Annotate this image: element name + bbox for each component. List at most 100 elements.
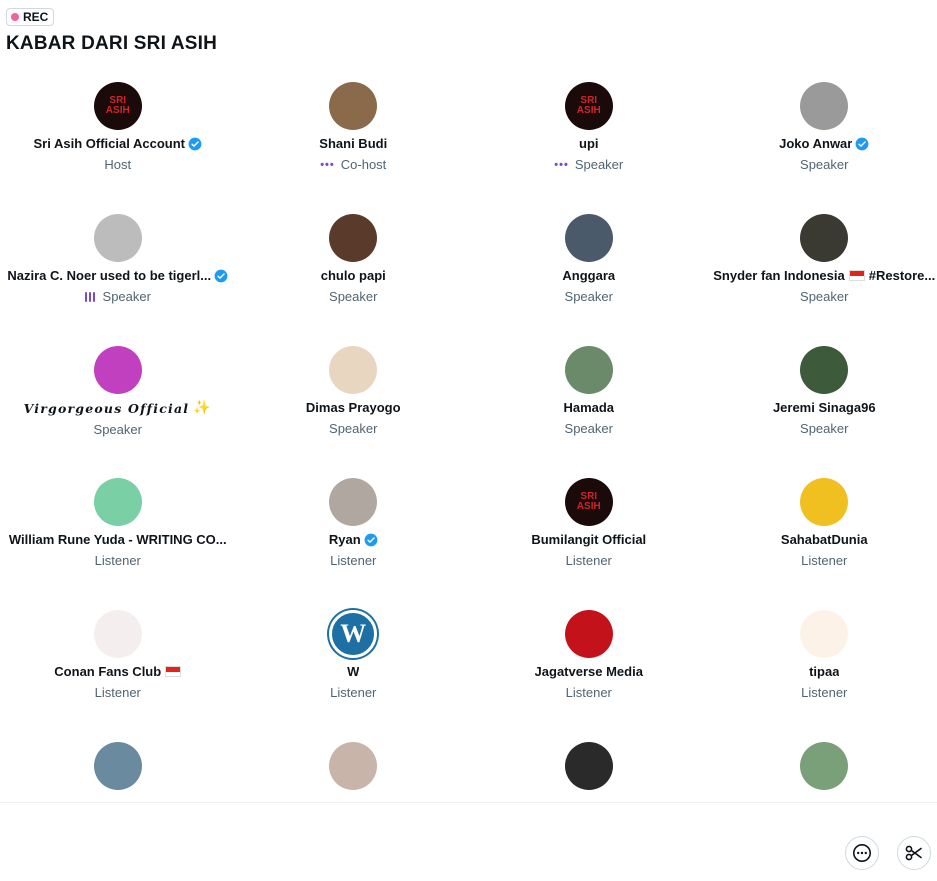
participant-avatar[interactable] bbox=[93, 214, 142, 262]
participant-name: upi bbox=[579, 136, 599, 151]
participants-grid: SRI ASIH Sri Asih Official Account Host Sha… bbox=[0, 80, 937, 802]
participant-avatar[interactable] bbox=[329, 214, 378, 262]
participant-avatar[interactable] bbox=[93, 478, 142, 526]
participant-card[interactable]: tipaa Listener bbox=[707, 608, 937, 740]
participant-role-text: Host bbox=[104, 157, 132, 172]
indonesia-flag-icon bbox=[848, 270, 865, 281]
participant-avatar[interactable] bbox=[800, 346, 849, 394]
participant-role-text: Speaker bbox=[329, 421, 378, 436]
participant-role-text: Listener bbox=[565, 553, 612, 568]
participant-card[interactable]: SRI ASIH Bumilangit Official Listener bbox=[471, 476, 707, 608]
participant-avatar[interactable] bbox=[800, 214, 849, 262]
participant-name: Virgorgeous Official ✨ bbox=[24, 400, 212, 416]
participant-role-text: Speaker bbox=[800, 157, 849, 172]
participant-avatar[interactable] bbox=[800, 82, 849, 130]
participant-name: Sri Asih Official Account bbox=[34, 136, 202, 151]
participant-avatar[interactable]: SRI ASIH bbox=[564, 82, 613, 130]
participant-avatar[interactable] bbox=[800, 610, 849, 658]
participant-avatar[interactable] bbox=[329, 742, 378, 790]
participant-role-text: Speaker bbox=[102, 289, 151, 304]
participant-role: Speaker bbox=[800, 421, 848, 436]
participant-name-text: chulo papi bbox=[320, 268, 386, 283]
participant-role-text: Listener bbox=[330, 685, 377, 700]
participant-card[interactable]: W W Listener bbox=[236, 608, 472, 740]
sparkle-icon: ✨ bbox=[193, 400, 212, 416]
participant-role: ••• Speaker bbox=[554, 157, 623, 172]
participant-card[interactable]: Nazira C. Noer used to be tigerl... Speak… bbox=[0, 212, 236, 344]
participant-card[interactable]: Virgorgeous Official ✨ Speaker bbox=[0, 344, 236, 476]
participant-avatar[interactable] bbox=[329, 478, 378, 526]
participant-card[interactable]: Ryan Listener bbox=[236, 476, 472, 608]
participant-avatar[interactable] bbox=[329, 346, 378, 394]
participant-avatar[interactable]: W bbox=[329, 610, 378, 658]
participant-card[interactable]: William Rune Yuda - WRITING CO... Listene… bbox=[0, 476, 236, 608]
participant-avatar[interactable] bbox=[329, 82, 378, 130]
participant-role: Speaker bbox=[800, 289, 848, 304]
participant-avatar[interactable]: SRI ASIH bbox=[93, 82, 142, 130]
participant-role-text: Speaker bbox=[329, 289, 378, 304]
participant-role: Listener bbox=[95, 685, 141, 700]
participant-name: William Rune Yuda - WRITING CO... bbox=[9, 532, 227, 547]
participant-card[interactable]: Snyder fan Indonesia #Restore... Speaker bbox=[707, 212, 937, 344]
participant-name-text: upi bbox=[579, 136, 599, 151]
clip-button[interactable] bbox=[897, 836, 931, 870]
participant-card[interactable] bbox=[707, 740, 937, 802]
participant-name-text: Conan Fans Club bbox=[54, 664, 162, 679]
bottom-divider bbox=[0, 802, 937, 803]
participant-card[interactable]: Shani Budi ••• Co-host bbox=[236, 80, 472, 212]
participant-name: Anggara bbox=[562, 268, 615, 283]
participant-name-text: Joko Anwar bbox=[779, 136, 853, 151]
participant-avatar[interactable] bbox=[800, 742, 849, 790]
participant-name: Conan Fans Club bbox=[54, 664, 182, 679]
participant-role: Speaker bbox=[94, 422, 142, 437]
participant-avatar[interactable] bbox=[93, 742, 142, 790]
participant-card[interactable] bbox=[236, 740, 472, 802]
participant-card[interactable] bbox=[0, 740, 236, 802]
participant-card[interactable]: Jagatverse Media Listener bbox=[471, 608, 707, 740]
participant-avatar[interactable] bbox=[564, 214, 613, 262]
indonesia-flag-icon bbox=[165, 666, 182, 677]
participant-avatar[interactable] bbox=[800, 478, 849, 526]
participant-card[interactable]: Hamada Speaker bbox=[471, 344, 707, 476]
participant-name-text: Snyder fan Indonesia bbox=[713, 268, 845, 283]
participant-card[interactable]: Jeremi Sinaga96 Speaker bbox=[707, 344, 937, 476]
participant-card[interactable]: Anggara Speaker bbox=[471, 212, 707, 344]
participant-name-text: Nazira C. Noer used to be tigerl... bbox=[7, 268, 212, 283]
participant-avatar[interactable] bbox=[564, 610, 613, 658]
participant-card[interactable] bbox=[471, 740, 707, 802]
participant-avatar[interactable] bbox=[93, 346, 142, 394]
participant-avatar[interactable] bbox=[564, 742, 613, 790]
participant-role-text: Listener bbox=[801, 685, 848, 700]
participant-card[interactable]: chulo papi Speaker bbox=[236, 212, 472, 344]
more-circle-icon bbox=[853, 844, 871, 862]
participant-card[interactable]: Joko Anwar Speaker bbox=[707, 80, 937, 212]
participant-card[interactable]: SahabatDunia Listener bbox=[707, 476, 937, 608]
participant-avatar[interactable] bbox=[564, 346, 613, 394]
more-options-button[interactable] bbox=[845, 836, 879, 870]
participant-name: tipaa bbox=[809, 664, 839, 679]
participant-role: Speaker bbox=[329, 289, 377, 304]
participant-role: Speaker bbox=[800, 157, 848, 172]
participant-name: SahabatDunia bbox=[781, 532, 868, 547]
participant-name: W bbox=[347, 664, 359, 679]
participant-role: Listener bbox=[95, 553, 141, 568]
participant-name: Dimas Prayogo bbox=[306, 400, 401, 415]
rec-label: REC bbox=[23, 10, 49, 24]
participant-name-text: Shani Budi bbox=[319, 136, 388, 151]
participant-name-text: W bbox=[347, 664, 360, 679]
participant-role-text: Speaker bbox=[574, 157, 624, 172]
participant-name-text: Bumilangit Official bbox=[531, 532, 647, 547]
participant-name-text: Virgorgeous Official bbox=[23, 400, 190, 416]
participant-name-text: tipaa bbox=[809, 664, 840, 679]
participant-card[interactable]: SRI ASIH Sri Asih Official Account Host bbox=[0, 80, 236, 212]
participant-avatar[interactable] bbox=[93, 610, 142, 658]
participant-name-text: Ryan bbox=[328, 532, 361, 547]
participant-name: Bumilangit Official bbox=[531, 532, 646, 547]
participant-role: Speaker bbox=[565, 421, 613, 436]
participant-card[interactable]: Dimas Prayogo Speaker bbox=[236, 344, 472, 476]
participant-avatar[interactable]: SRI ASIH bbox=[564, 478, 613, 526]
participant-role-text: Listener bbox=[801, 553, 848, 568]
participant-card[interactable]: Conan Fans Club Listener bbox=[0, 608, 236, 740]
verified-badge-icon bbox=[214, 269, 228, 282]
participant-card[interactable]: SRI ASIH upi ••• Speaker bbox=[471, 80, 707, 212]
